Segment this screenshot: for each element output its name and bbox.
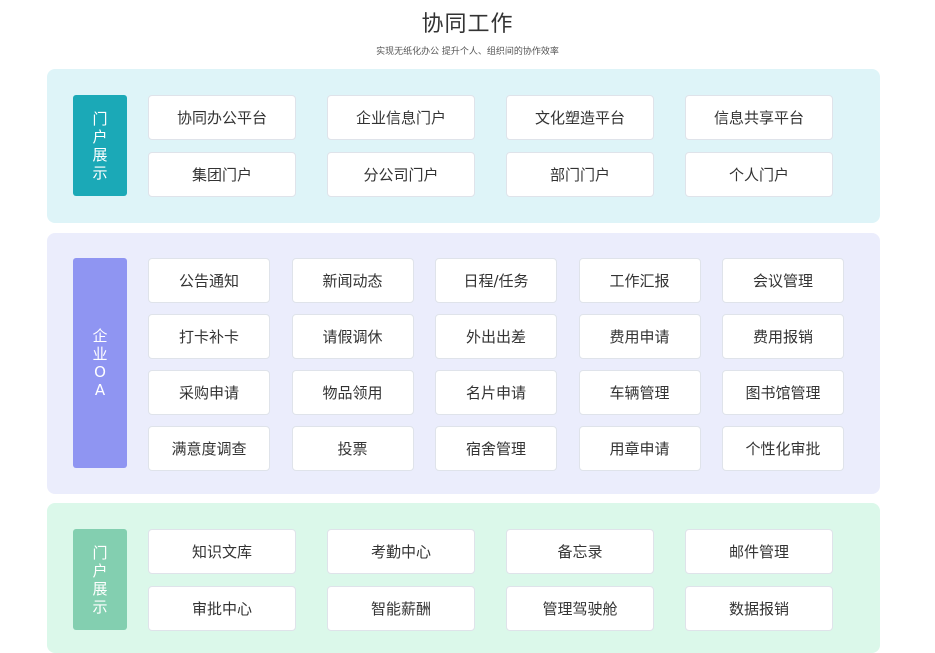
page-title: 协同工作 <box>421 12 514 37</box>
module-grid: 协同办公平台 企业信息门户 文化塑造平台 信息共享平台集团门户 分公司门户 部门门户 个人门… <box>148 95 833 197</box>
section-portal-display: 门户展示 协同办公平台 企业信息门户 文化塑造平台 信息共享平台集团门户 分公司门户 部门… <box>47 69 880 223</box>
module-item[interactable]: 企业信息门户 <box>327 95 475 140</box>
section-enterprise-oa: 企业OA 公告通知 新闻动态 日程/任务 工作汇报 会议管理 打卡补卡 请假调休 外出出差 费用… <box>47 233 880 494</box>
module-item[interactable]: 外出出差 <box>435 314 557 359</box>
page-subtitle: 实现无纸化办公 提升个人、组织间的协作效率 <box>376 47 559 57</box>
module-item[interactable]: 审批中心 <box>148 586 296 631</box>
module-item[interactable]: 文化塑造平台 <box>506 95 654 140</box>
module-item[interactable]: 满意度调查 <box>148 426 270 471</box>
module-item[interactable]: 图书馆管理 <box>722 370 844 415</box>
module-item[interactable]: 名片申请 <box>435 370 557 415</box>
module-item[interactable]: 管理驾驶舱 <box>506 586 654 631</box>
module-item[interactable]: 公告通知 <box>148 258 270 303</box>
module-item[interactable]: 会议管理 <box>722 258 844 303</box>
module-item[interactable]: 工作汇报 <box>578 258 701 303</box>
module-item[interactable]: 数据报销 <box>685 586 833 631</box>
section-tag: 企业OA <box>73 258 127 468</box>
module-item[interactable]: 备忘录 <box>506 529 654 574</box>
module-grid: 知识文库 考勤中心 备忘录 邮件管理审批中心 智能薪酬 管理驾驶舱 数据报销 <box>148 529 833 631</box>
module-item[interactable]: 个性化审批 <box>722 426 844 471</box>
section-tag: 门户展示 <box>73 95 127 196</box>
module-item[interactable]: 费用报销 <box>722 314 844 359</box>
module-item[interactable]: 部门门户 <box>506 152 654 197</box>
module-item[interactable]: 车辆管理 <box>578 370 701 415</box>
module-item[interactable]: 请假调休 <box>291 314 414 359</box>
module-item[interactable]: 费用申请 <box>578 314 701 359</box>
module-item[interactable]: 智能薪酬 <box>327 586 475 631</box>
module-item[interactable]: 物品领用 <box>291 370 414 415</box>
module-item[interactable]: 日程/任务 <box>435 258 557 303</box>
module-item[interactable]: 协同办公平台 <box>148 95 296 140</box>
module-grid: 公告通知 新闻动态 日程/任务 工作汇报 会议管理打卡补卡 请假调休 外出出差 费用申请 费用报… <box>148 258 844 471</box>
module-item[interactable]: 新闻动态 <box>291 258 414 303</box>
module-item[interactable]: 投票 <box>291 426 414 471</box>
module-item[interactable]: 集团门户 <box>148 152 296 197</box>
section-tag: 门户展示 <box>73 529 127 630</box>
module-item[interactable]: 宿舍管理 <box>435 426 557 471</box>
module-item[interactable]: 信息共享平台 <box>685 95 833 140</box>
module-item[interactable]: 个人门户 <box>685 152 833 197</box>
module-item[interactable]: 考勤中心 <box>327 529 475 574</box>
section-portal-display-2: 门户展示 知识文库 考勤中心 备忘录 邮件管理审批中心 智能薪酬 管理驾驶舱 数据报销 <box>47 503 880 653</box>
module-item[interactable]: 打卡补卡 <box>148 314 270 359</box>
module-item[interactable]: 分公司门户 <box>327 152 475 197</box>
module-item[interactable]: 知识文库 <box>148 529 296 574</box>
module-item[interactable]: 用章申请 <box>578 426 701 471</box>
module-item[interactable]: 邮件管理 <box>685 529 833 574</box>
module-item[interactable]: 采购申请 <box>148 370 270 415</box>
